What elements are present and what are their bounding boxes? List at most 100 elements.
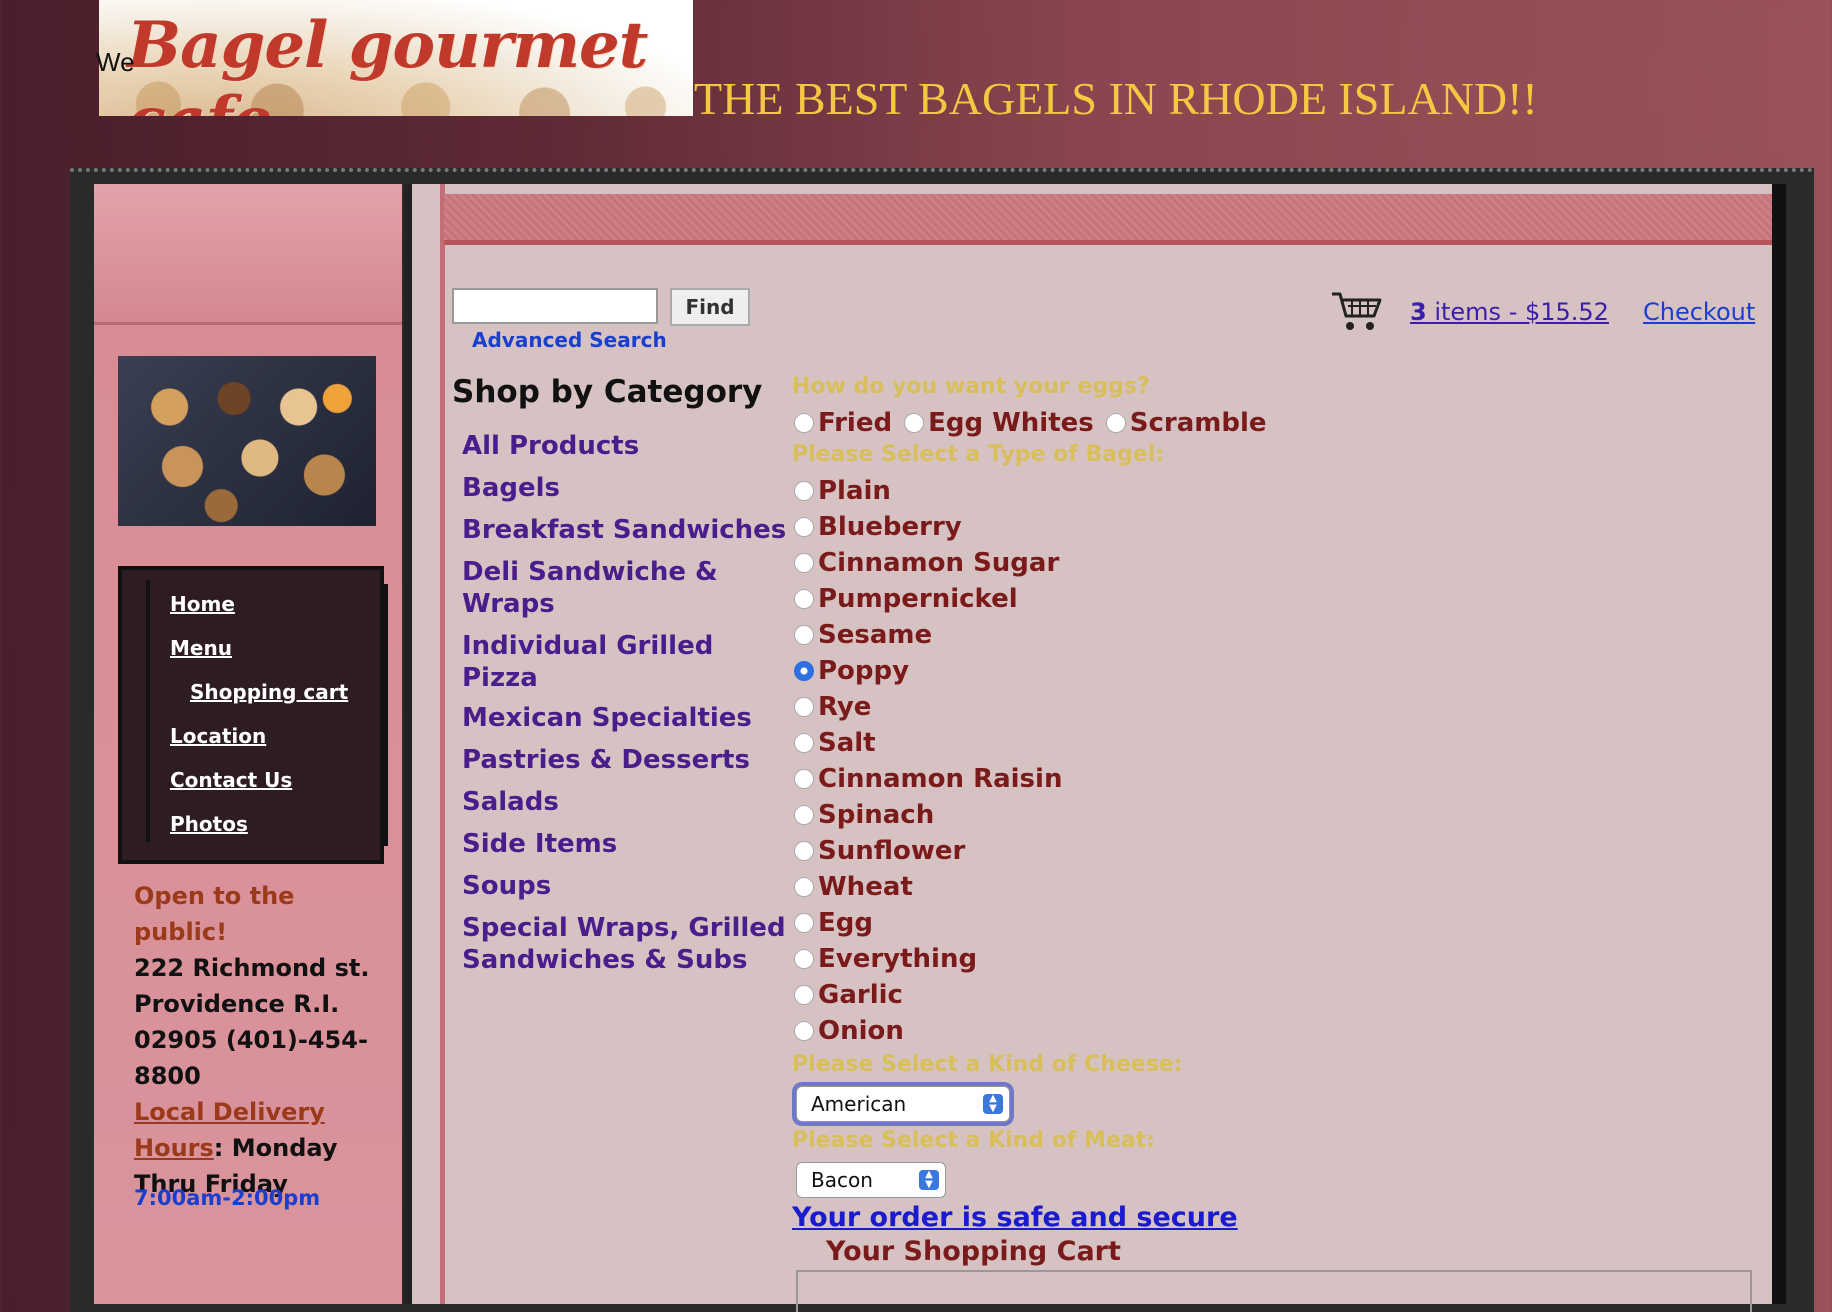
select-arrows-icon: ▲ ▼ xyxy=(919,1170,939,1190)
bagel-radio[interactable] xyxy=(794,481,814,501)
bagel-option[interactable]: Sesame xyxy=(794,620,932,650)
bagel-radio[interactable] xyxy=(794,517,814,537)
checkout-link[interactable]: Checkout xyxy=(1643,298,1755,326)
nav-rail xyxy=(146,580,150,842)
main-header-band xyxy=(444,194,1780,245)
category-link[interactable]: All Products xyxy=(462,430,792,462)
category-heading: Shop by Category xyxy=(452,374,763,410)
category-link[interactable]: Mexican Specialties xyxy=(462,702,792,734)
bagel-option[interactable]: Garlic xyxy=(794,980,903,1010)
bagel-option[interactable]: Spinach xyxy=(794,800,934,830)
category-link[interactable]: Soups xyxy=(462,870,792,902)
bagel-option-label: Cinnamon Raisin xyxy=(818,764,1063,794)
bagel-option-label: Sunflower xyxy=(818,836,966,866)
category-link[interactable]: Pastries & Desserts xyxy=(462,744,792,776)
eggs-radio[interactable] xyxy=(1105,413,1126,433)
bagel-option[interactable]: Egg xyxy=(794,908,873,938)
category-link[interactable]: Salads xyxy=(462,786,792,818)
bagel-option[interactable]: Cinnamon Sugar xyxy=(794,548,1059,578)
bagel-radio[interactable] xyxy=(794,985,814,1005)
bagel-option[interactable]: Poppy xyxy=(794,656,909,686)
eggs-radio[interactable] xyxy=(794,413,814,433)
nav-shopping-cart[interactable]: Shopping cart xyxy=(190,680,348,704)
nav-rail-right xyxy=(382,584,388,846)
nav-location[interactable]: Location xyxy=(170,724,266,748)
nav-photos[interactable]: Photos xyxy=(170,812,248,836)
nav-menu[interactable]: Menu xyxy=(170,636,232,660)
bagel-radio[interactable] xyxy=(794,661,814,681)
bagel-option[interactable]: Onion xyxy=(794,1016,904,1046)
bagel-option-label: Rye xyxy=(818,692,872,722)
bagel-radio[interactable] xyxy=(794,1021,814,1041)
main-right-edge xyxy=(1772,184,1786,1304)
eggs-label: How do you want your eggs? xyxy=(792,374,1150,399)
bagel-radio[interactable] xyxy=(794,877,814,897)
bagel-platter-photo xyxy=(118,356,376,526)
bagel-option-label: Onion xyxy=(818,1016,904,1046)
cart-count: 3 xyxy=(1410,298,1427,326)
bagel-radio[interactable] xyxy=(794,625,814,645)
bagel-radio[interactable] xyxy=(794,589,814,609)
bagel-option-label: Salt xyxy=(818,728,876,758)
welcome-fragment: We xyxy=(96,47,135,77)
bagel-option[interactable]: Everything xyxy=(794,944,977,974)
shopping-cart-icon[interactable] xyxy=(1330,288,1382,332)
bagel-radio[interactable] xyxy=(794,553,814,573)
bagel-radio[interactable] xyxy=(794,913,814,933)
meat-select[interactable]: Bacon ▲ ▼ xyxy=(796,1162,946,1198)
nav-contact-us[interactable]: Contact Us xyxy=(170,768,292,792)
bagel-option-label: Blueberry xyxy=(818,512,962,542)
category-link[interactable]: Deli Sandwiche & Wraps xyxy=(462,556,792,620)
meat-select-value: Bacon xyxy=(811,1168,873,1192)
shopping-cart-fieldset xyxy=(796,1270,1752,1312)
meat-label: Please Select a Kind of Meat: xyxy=(792,1128,1156,1153)
category-link[interactable]: Breakfast Sandwiches xyxy=(462,514,792,546)
bagel-option-label: Garlic xyxy=(818,980,903,1010)
bagel-radio[interactable] xyxy=(794,697,814,717)
sidebar-header-band xyxy=(94,184,402,325)
eggs-option-label: Scramble xyxy=(1129,408,1267,438)
find-button[interactable]: Find xyxy=(670,288,750,326)
bagel-option[interactable]: Plain xyxy=(794,476,891,506)
bagel-option[interactable]: Wheat xyxy=(794,872,913,902)
bagel-option-label: Pumpernickel xyxy=(818,584,1018,614)
shopping-cart-legend: Your Shopping Cart xyxy=(824,1236,1123,1267)
bagel-radio[interactable] xyxy=(794,733,814,753)
category-link[interactable]: Individual Grilled Pizza xyxy=(462,630,792,694)
cheese-select[interactable]: American ▲ ▼ xyxy=(796,1086,1010,1122)
bagel-radio[interactable] xyxy=(794,949,814,969)
bagel-option[interactable]: Pumpernickel xyxy=(794,584,1018,614)
bagel-type-label: Please Select a Type of Bagel: xyxy=(792,442,1165,467)
bagel-radio[interactable] xyxy=(794,805,814,825)
bagel-option[interactable]: Salt xyxy=(794,728,876,758)
hours-text: 7:00am-2:00pm xyxy=(134,1186,321,1210)
logo-text: Bagel gourmet cafe xyxy=(127,8,648,116)
cart-total: items - $15.52 xyxy=(1426,298,1609,326)
bagel-option-label: Everything xyxy=(818,944,978,974)
bagel-option[interactable]: Rye xyxy=(794,692,871,722)
cheese-select-value: American xyxy=(811,1092,907,1116)
eggs-radio-group: Fried Egg Whites Scramble xyxy=(794,408,1279,438)
bagel-option-label: Wheat xyxy=(818,872,913,902)
category-link[interactable]: Side Items xyxy=(462,828,792,860)
category-link[interactable]: Special Wraps, Grilled Sandwiches & Subs xyxy=(462,912,792,976)
bagel-option-label: Sesame xyxy=(818,620,933,650)
bagel-option-label: Spinach xyxy=(818,800,935,830)
bagel-radio[interactable] xyxy=(794,841,814,861)
eggs-radio[interactable] xyxy=(904,413,925,433)
category-link[interactable]: Bagels xyxy=(462,472,792,504)
sidebar-nav: Home Menu Shopping cart Location Contact… xyxy=(118,566,388,864)
bagel-radio[interactable] xyxy=(794,769,814,789)
bagel-option[interactable]: Blueberry xyxy=(794,512,962,542)
bagel-option-label: Egg xyxy=(818,908,873,938)
left-sidebar: Home Menu Shopping cart Location Contact… xyxy=(94,184,402,1304)
secure-order-link[interactable]: Your order is safe and secure xyxy=(792,1202,1238,1233)
bagel-option[interactable]: Sunflower xyxy=(794,836,965,866)
nav-home[interactable]: Home xyxy=(170,592,235,616)
search-input[interactable] xyxy=(452,288,658,324)
cart-summary-link[interactable]: 3 items - $15.52 xyxy=(1410,298,1609,326)
advanced-search-link[interactable]: Advanced Search xyxy=(472,328,667,352)
bagel-option[interactable]: Cinnamon Raisin xyxy=(794,764,1062,794)
site-logo[interactable]: Bagel gourmet cafe xyxy=(99,0,693,116)
eggs-option-label: Fried xyxy=(818,408,893,438)
